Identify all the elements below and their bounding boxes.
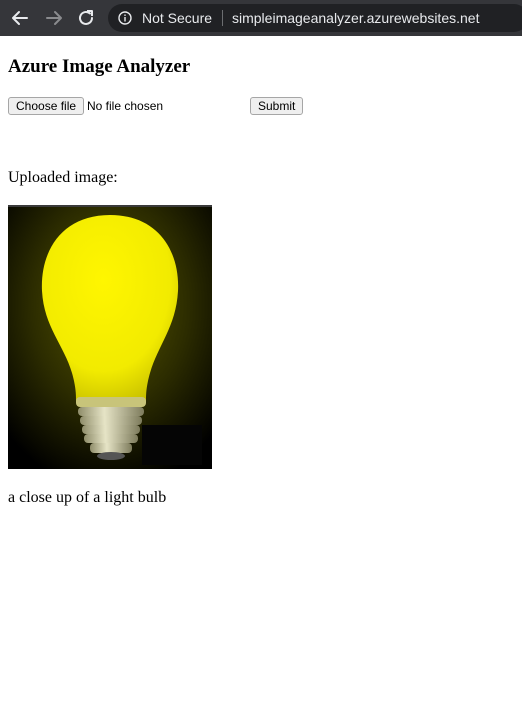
reload-icon[interactable] [74, 6, 98, 30]
page-title: Azure Image Analyzer [8, 56, 191, 77]
back-arrow-icon[interactable] [8, 6, 32, 30]
image-caption: a close up of a light bulb [8, 489, 167, 506]
uploaded-image-label: Uploaded image: [8, 169, 118, 186]
uploaded-image [8, 205, 212, 469]
omnibox-divider [222, 10, 223, 26]
info-icon[interactable] [118, 11, 132, 25]
file-status-text: No file chosen [87, 99, 164, 113]
forward-arrow-icon[interactable] [42, 6, 66, 30]
url-text[interactable]: simpleimageanalyzer.azurewebsites.net [232, 10, 479, 26]
address-bar[interactable]: Not Secure simpleimageanalyzer.azurewebs… [108, 4, 522, 32]
security-status-label: Not Secure [142, 10, 213, 26]
choose-file-button[interactable]: Choose file [8, 97, 85, 115]
submit-button[interactable]: Submit [250, 97, 304, 115]
browser-toolbar: Not Secure simpleimageanalyzer.azurewebs… [0, 0, 522, 36]
